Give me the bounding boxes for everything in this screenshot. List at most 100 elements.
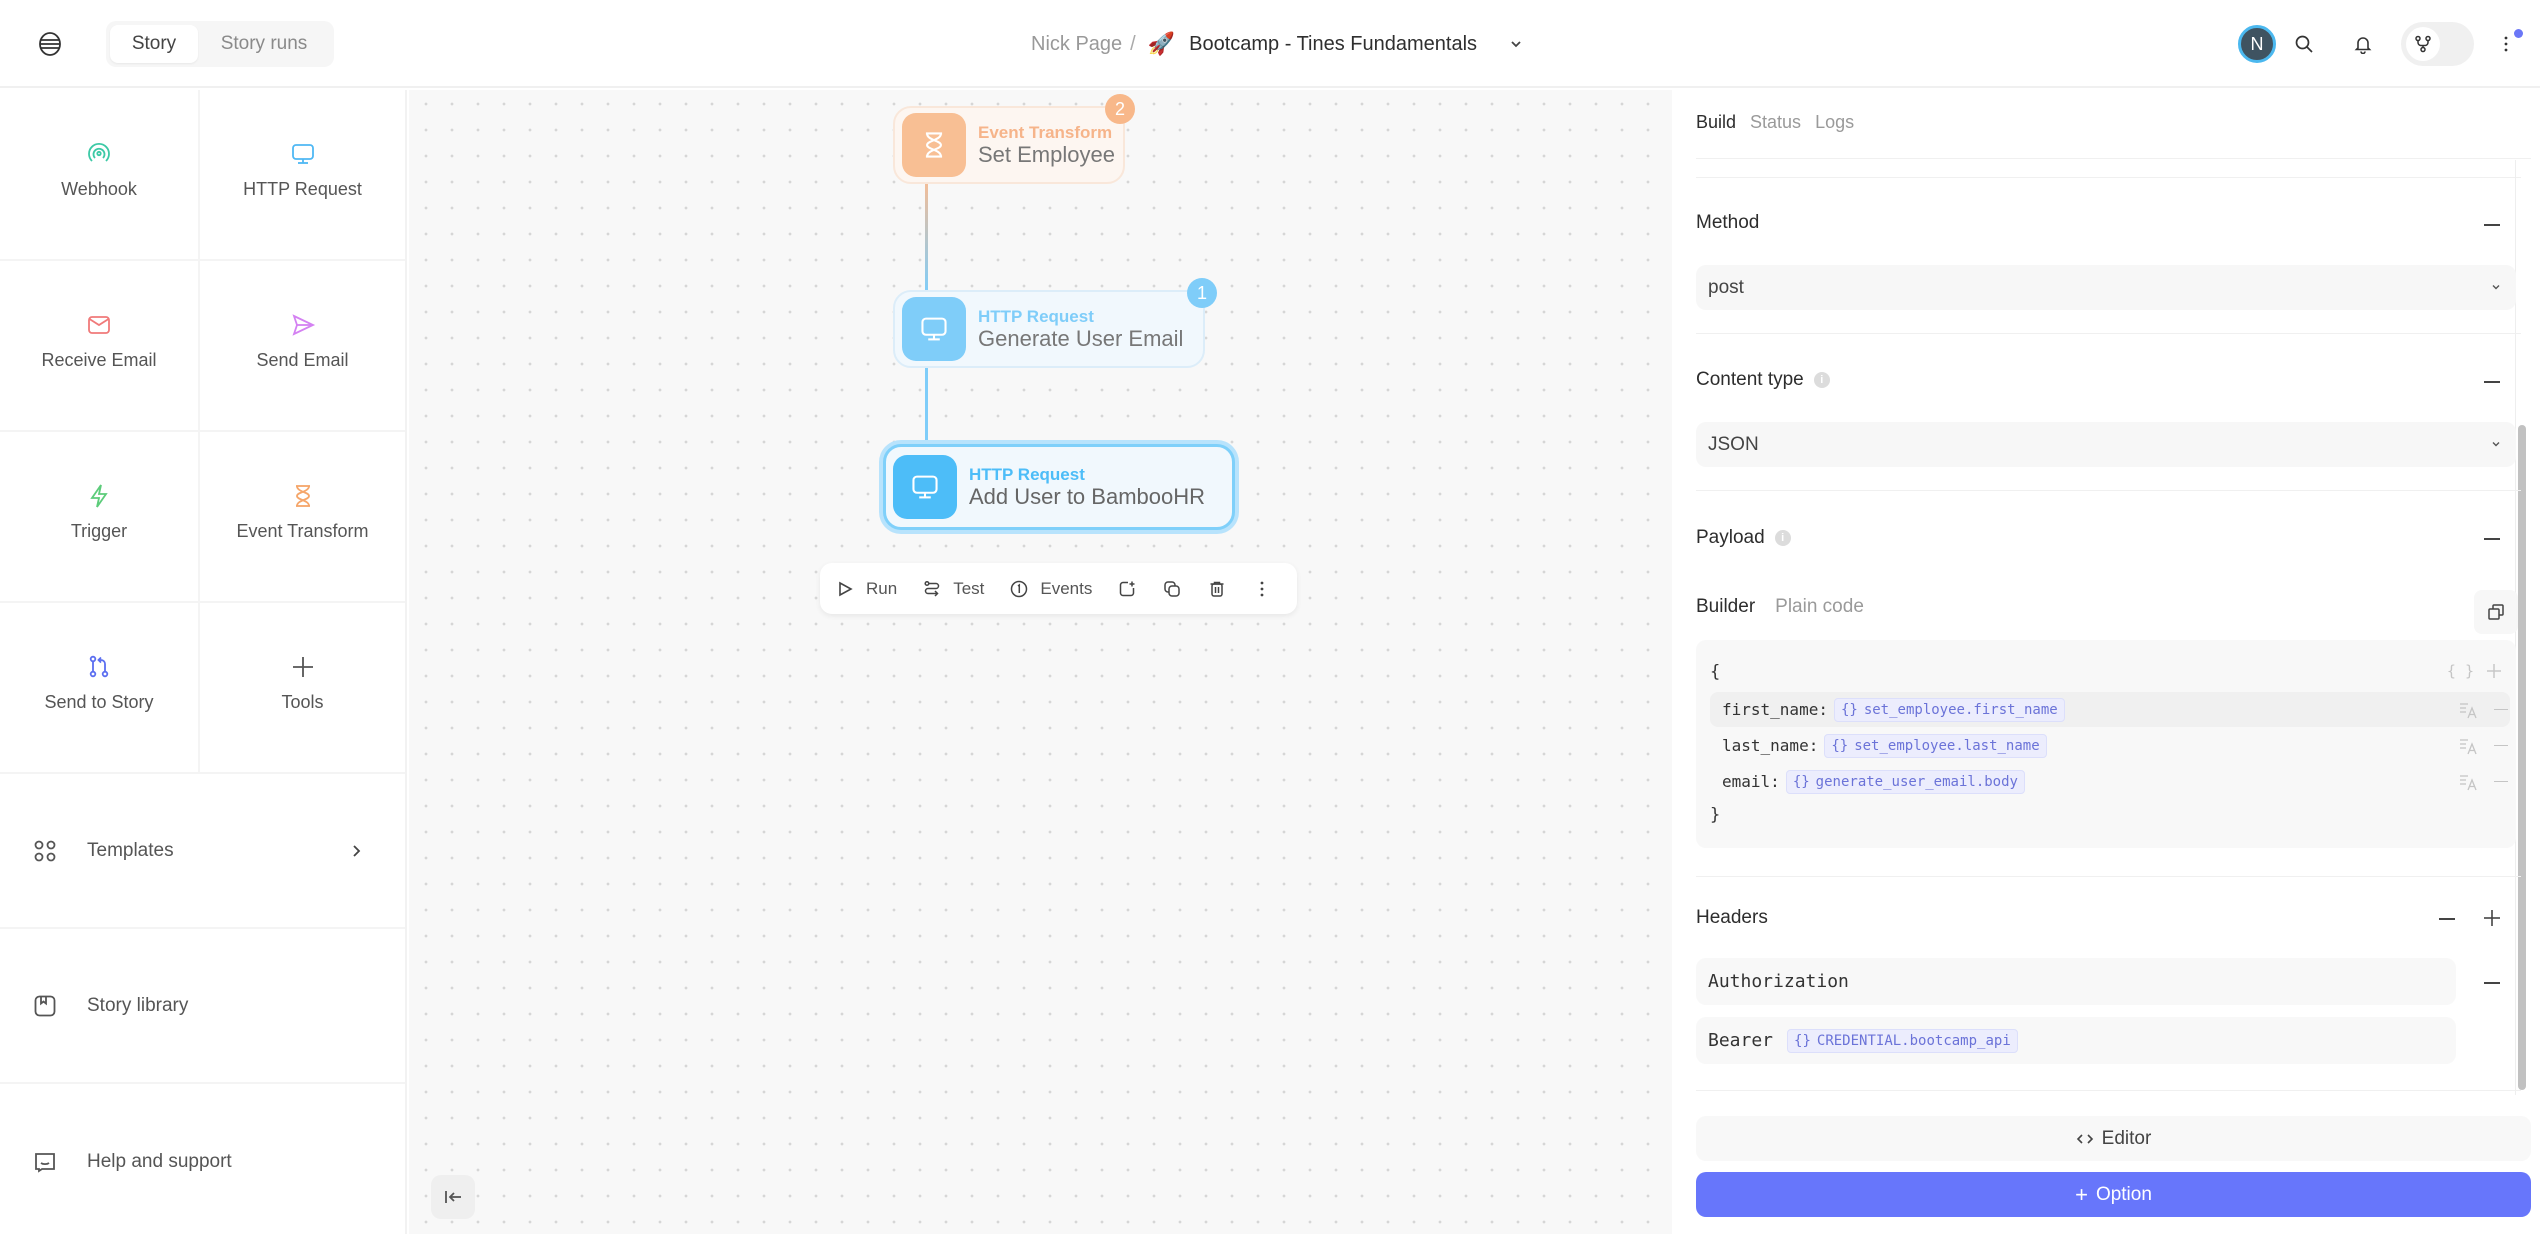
format-text-icon[interactable] <box>2458 735 2480 757</box>
editor-button[interactable]: Editor <box>1696 1116 2531 1161</box>
events-button[interactable]: Events <box>1010 579 1092 599</box>
panel-scrollbar-thumb[interactable] <box>2518 425 2526 1090</box>
more-vertical-icon <box>1260 581 1264 596</box>
action-label: Receive Email <box>41 350 157 370</box>
credential-pill[interactable]: {} CREDENTIAL.bootcamp_api <box>1787 1028 2018 1053</box>
tab-story-runs[interactable]: Story runs <box>198 25 330 63</box>
delete-button[interactable] <box>1208 579 1226 599</box>
node-name: Generate User Email <box>978 326 1184 351</box>
sidebar-item-help[interactable]: Help and support <box>0 1084 405 1234</box>
action-trigger[interactable]: Trigger <box>0 432 200 603</box>
header-value-input[interactable]: Bearer {} CREDENTIAL.bootcamp_api <box>1696 1017 2456 1064</box>
sidebar-item-label: Templates <box>87 839 174 861</box>
header-key: Authorization <box>1708 971 1849 992</box>
formula-pill[interactable]: {} generate_user_email.body <box>1785 769 2025 794</box>
info-icon[interactable]: i <box>1774 530 1791 546</box>
change-control-toggle[interactable] <box>2401 22 2474 66</box>
search-button[interactable] <box>2288 28 2320 60</box>
action-node-add-user-to-bamboohr[interactable]: HTTP Request Add User to BambooHR <box>883 444 1235 530</box>
notifications-button[interactable] <box>2347 28 2379 60</box>
add-to-group-button[interactable] <box>1118 579 1136 599</box>
formula-pill[interactable]: {} set_employee.first_name <box>1833 697 2065 722</box>
remove-header-button[interactable] <box>2484 982 2500 984</box>
action-send-to-story[interactable]: Send to Story <box>0 603 200 774</box>
tab-story[interactable]: Story <box>110 25 198 63</box>
action-http-request[interactable]: HTTP Request <box>200 90 405 261</box>
collapse-sidebar-button[interactable] <box>431 1175 475 1219</box>
info-icon[interactable]: i <box>1813 372 1830 388</box>
remove-field-icon[interactable] <box>2494 708 2508 711</box>
run-button[interactable]: Run <box>836 579 897 599</box>
collapse-method-button[interactable] <box>2484 224 2500 226</box>
action-label: Trigger <box>70 521 128 541</box>
collapse-left-icon <box>445 1191 461 1203</box>
story-canvas[interactable]: Event Transform Set Employee 2 HTTP Requ… <box>409 90 1672 1234</box>
payload-row[interactable]: first_name: {} set_employee.first_name <box>1710 692 2510 727</box>
sidebar-item-story-library[interactable]: Story library <box>0 929 405 1084</box>
chat-icon <box>35 1152 55 1173</box>
event-count-badge: 2 <box>1105 94 1135 124</box>
action-node-generate-user-email[interactable]: HTTP Request Generate User Email 1 <box>893 278 1217 368</box>
collapse-payload-button[interactable] <box>2484 538 2500 540</box>
more-actions-button[interactable] <box>1253 579 1270 599</box>
close-brace: } <box>1710 805 1721 825</box>
payload-label-text: Payload <box>1696 527 1765 548</box>
add-option-button[interactable]: + Option <box>1696 1172 2531 1217</box>
view-switcher: Story Story runs <box>106 21 334 67</box>
object-icon[interactable]: { } <box>2447 662 2474 680</box>
row-actions <box>2458 735 2508 757</box>
tab-logs[interactable]: Logs <box>1815 112 1854 133</box>
copy-icon <box>1164 580 1181 597</box>
test-icon <box>924 580 940 597</box>
open-brace: { <box>1710 662 1721 682</box>
format-text-icon[interactable] <box>2458 699 2480 721</box>
headers-label-text: Headers <box>1696 907 1768 928</box>
user-avatar[interactable]: N <box>2238 25 2276 63</box>
breadcrumb: Nick Page / 🚀 Bootcamp - Tines Fundament… <box>1031 28 1525 60</box>
credential-ref: CREDENTIAL.bootcamp_api <box>1816 1032 2011 1049</box>
tab-build[interactable]: Build <box>1696 112 1736 133</box>
row-actions <box>2458 771 2508 793</box>
header-value-prefix: Bearer <box>1708 1030 1774 1051</box>
action-receive-email[interactable]: Receive Email <box>0 261 200 432</box>
formula-pill[interactable]: {} set_employee.last_name <box>1824 733 2047 758</box>
copy-payload-button[interactable] <box>2474 590 2518 634</box>
chevron-down-icon[interactable] <box>1507 35 1525 53</box>
envelope-icon <box>88 316 110 334</box>
sidebar-item-templates[interactable]: Templates <box>0 774 405 929</box>
monitor-icon <box>291 144 314 164</box>
content-type-select[interactable]: JSON <box>1696 422 2516 467</box>
payload-row[interactable]: email: {} generate_user_email.body <box>1710 764 2510 799</box>
content-type-label: Content type i <box>1696 369 1830 391</box>
action-send-email[interactable]: Send Email <box>200 261 405 432</box>
breadcrumb-owner[interactable]: Nick Page <box>1031 33 1122 56</box>
duplicate-button[interactable] <box>1163 579 1181 599</box>
add-header-button[interactable] <box>2483 909 2501 927</box>
test-button[interactable]: Test <box>923 579 984 599</box>
header-key-input[interactable]: Authorization <box>1696 958 2456 1005</box>
remove-field-icon[interactable] <box>2494 744 2508 747</box>
trash-icon <box>1210 581 1224 597</box>
tab-plain-code[interactable]: Plain code <box>1775 596 1864 618</box>
action-webhook[interactable]: Webhook <box>0 90 200 261</box>
format-text-icon[interactable] <box>2458 771 2480 793</box>
action-tools[interactable]: Tools <box>200 603 405 774</box>
collapse-headers-button[interactable] <box>2439 918 2455 920</box>
collapse-content-type-button[interactable] <box>2484 381 2500 383</box>
method-select[interactable]: post <box>1696 265 2516 310</box>
add-field-icon[interactable] <box>2486 663 2502 679</box>
action-event-transform[interactable]: Event Transform <box>200 432 405 603</box>
payload-key: last_name: <box>1722 736 1819 755</box>
node-type: HTTP Request <box>978 307 1094 326</box>
node-icon-box <box>902 113 966 177</box>
payload-row[interactable]: last_name: {} set_employee.last_name <box>1710 728 2510 763</box>
remove-field-icon[interactable] <box>2494 780 2508 783</box>
tines-logo-icon[interactable] <box>36 30 64 58</box>
story-title[interactable]: Bootcamp - Tines Fundamentals <box>1189 33 1477 56</box>
tab-builder[interactable]: Builder <box>1696 596 1755 618</box>
monitor-icon <box>912 475 938 499</box>
toggle-knob <box>2406 27 2440 61</box>
hourglass-icon <box>925 132 943 158</box>
tab-status[interactable]: Status <box>1750 112 1801 133</box>
action-node-set-employee[interactable]: Event Transform Set Employee 2 <box>893 94 1135 184</box>
